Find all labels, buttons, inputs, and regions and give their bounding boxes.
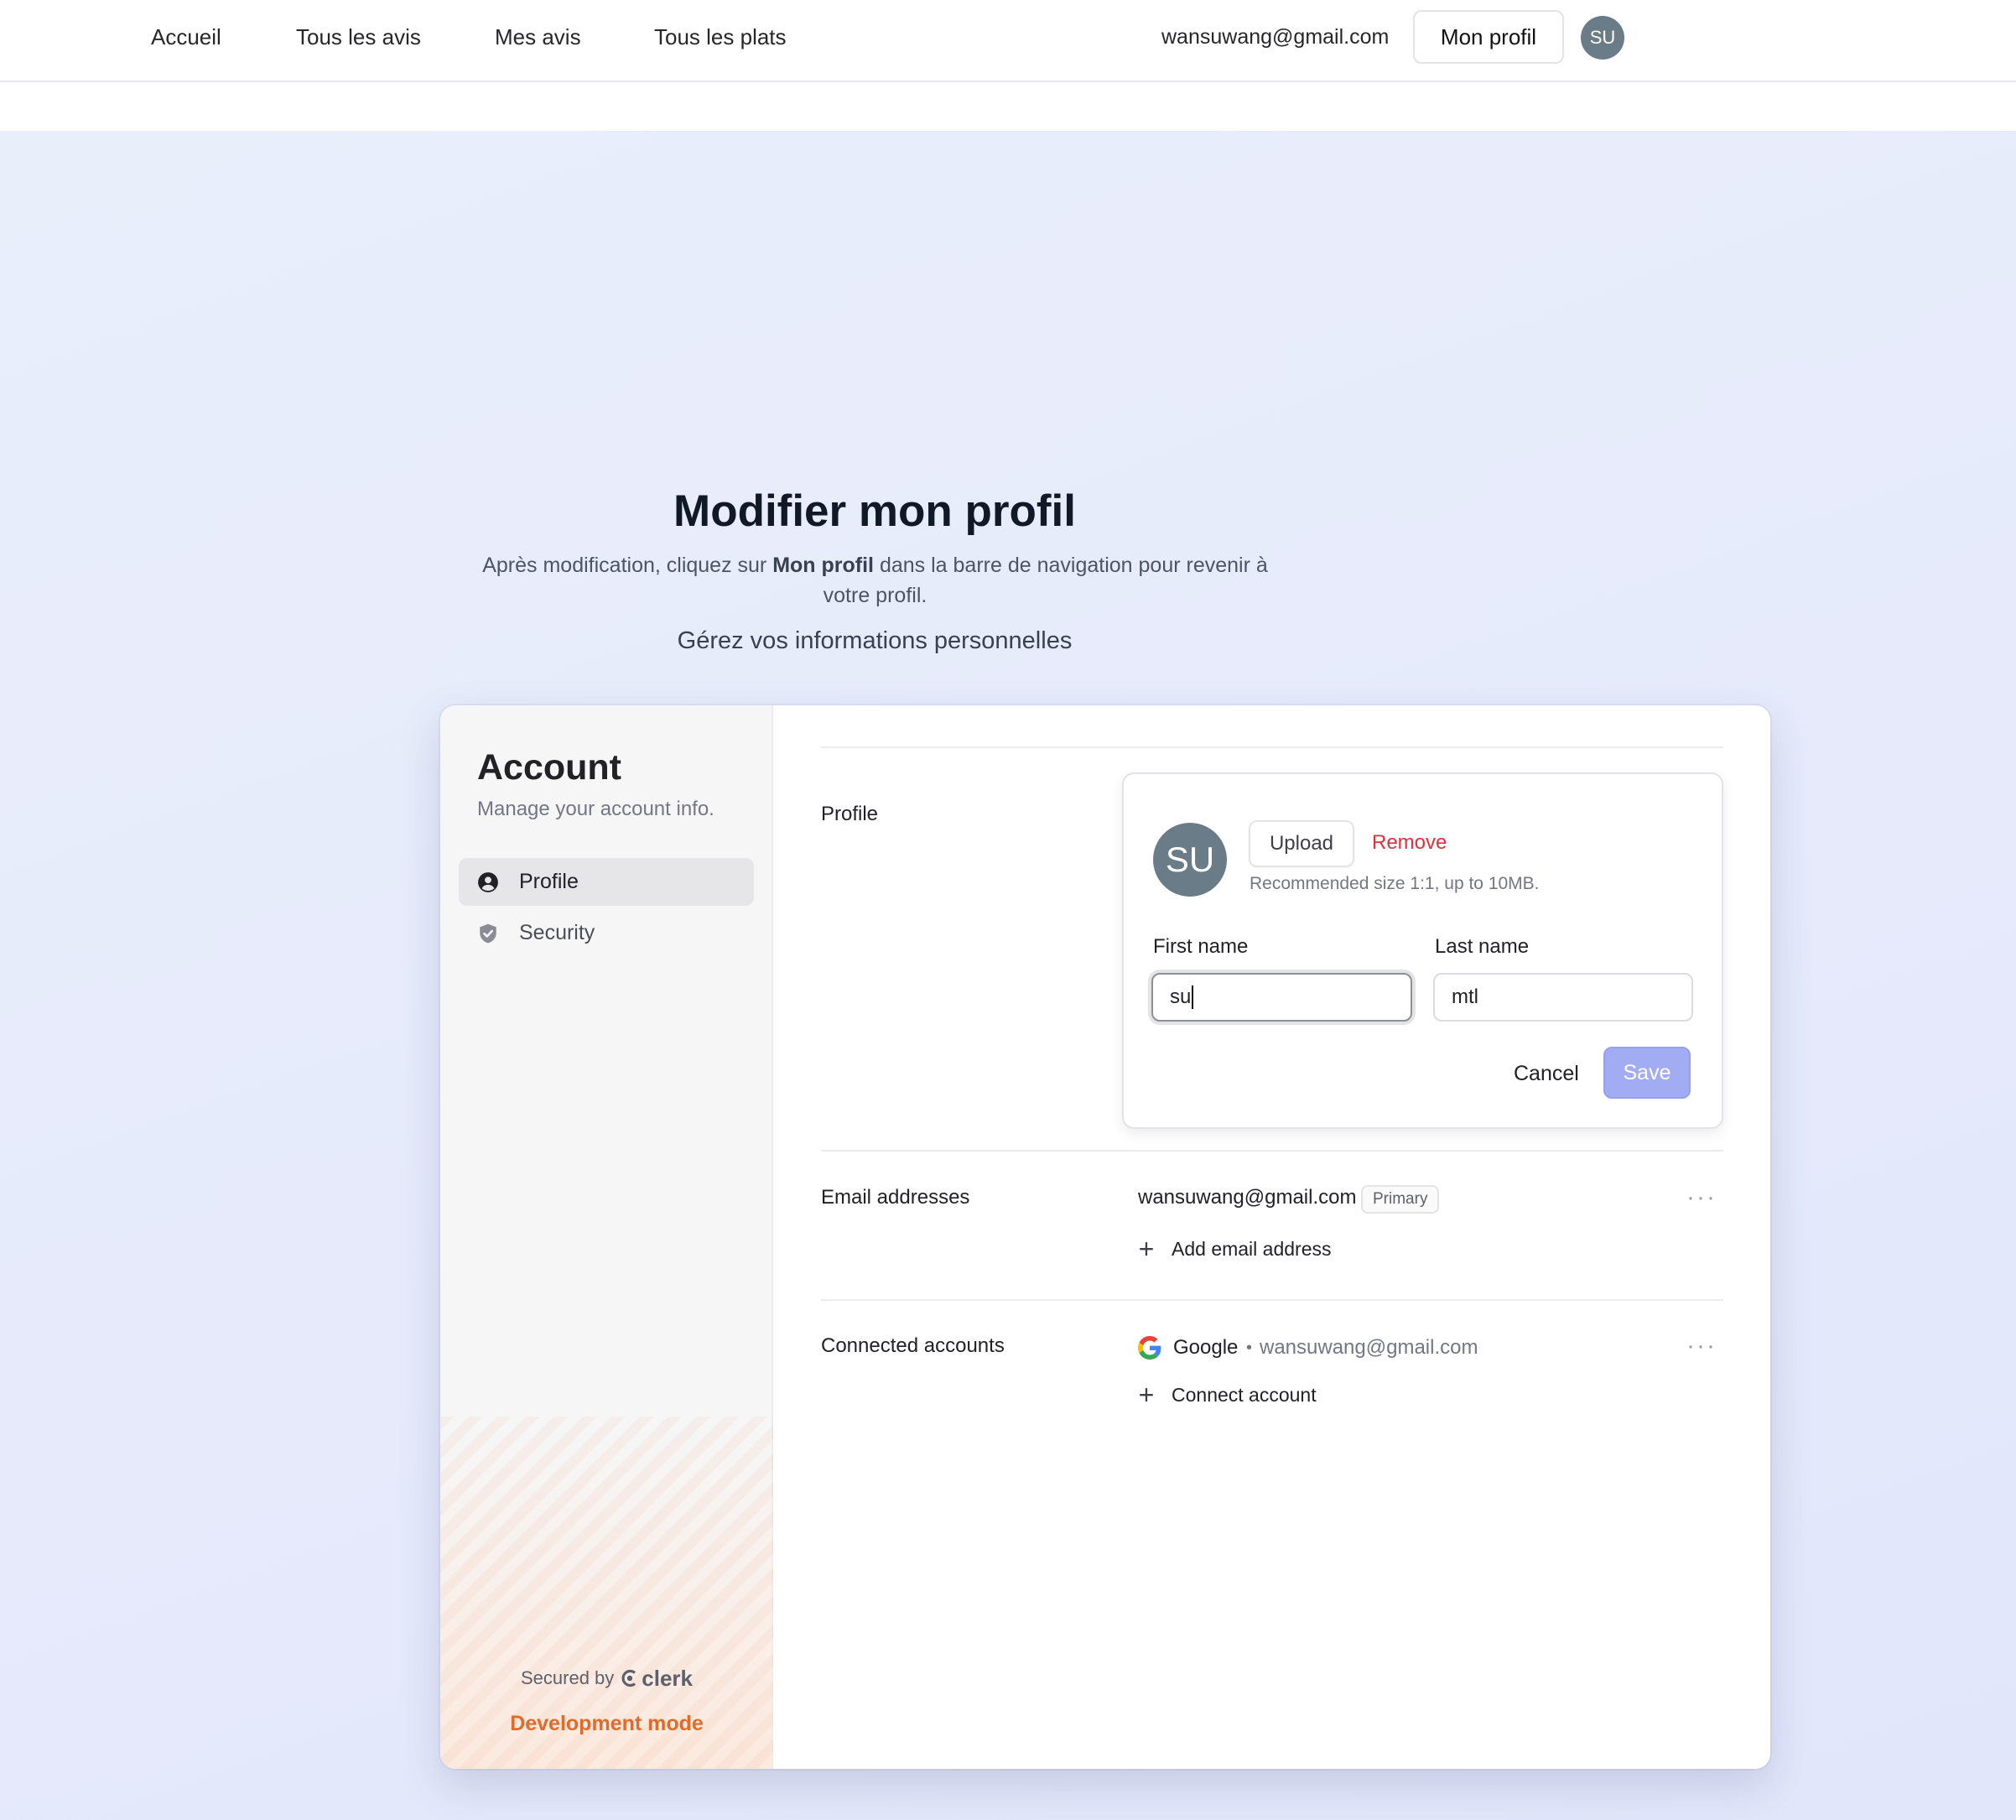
first-name-input[interactable]: su <box>1151 973 1412 1022</box>
secured-by-text: Secured by <box>520 1667 615 1688</box>
email-more-options-icon[interactable]: ··· <box>1686 1185 1717 1210</box>
sidebar-subtitle: Manage your account info. <box>477 798 714 820</box>
sidebar-item-label: Security <box>519 921 595 944</box>
development-mode-label: Development mode <box>510 1712 704 1735</box>
sidebar-title: Account <box>477 747 621 788</box>
nav-link-accueil[interactable]: Accueil <box>151 23 221 51</box>
email-divider <box>821 1299 1723 1301</box>
connect-account-label: Connect account <box>1172 1384 1317 1406</box>
remove-button[interactable]: Remove <box>1372 829 1447 856</box>
last-name-value: mtl <box>1452 985 1478 1008</box>
avatar-size-hint: Recommended size 1:1, up to 10MB. <box>1250 874 1540 893</box>
subtitle-text-start: Après modification, cliquez sur <box>482 554 773 577</box>
user-avatar[interactable]: SU <box>1581 16 1624 60</box>
google-provider-name: Google <box>1173 1336 1239 1359</box>
profile-avatar: SU <box>1153 823 1227 897</box>
primary-email: wansuwang@gmail.com <box>1138 1186 1357 1209</box>
secured-by-clerk: Secured by clerk <box>440 1665 773 1692</box>
last-name-label: Last name <box>1435 935 1530 958</box>
top-divider <box>821 746 1723 748</box>
user-circle-icon <box>478 872 498 892</box>
sidebar-item-profile[interactable]: Profile <box>459 858 754 906</box>
top-navbar: Accueil Tous les avis Mes avis Tous les … <box>0 0 2016 82</box>
primary-badge: Primary <box>1361 1185 1440 1214</box>
separator-dot: • <box>1246 1339 1253 1357</box>
clerk-logo: clerk <box>621 1665 693 1692</box>
page-title: Modifier mon profil <box>673 486 1076 536</box>
account-card: Account Manage your account info. Profil… <box>440 705 1770 1769</box>
google-logo-icon <box>1138 1336 1161 1360</box>
account-sidebar: Account Manage your account info. Profil… <box>440 705 773 1769</box>
page-subtitle: Après modification, cliquez sur Mon prof… <box>457 550 1293 611</box>
first-name-label: First name <box>1153 935 1249 958</box>
upload-button[interactable]: Upload <box>1249 820 1354 867</box>
nav-link-mes-avis[interactable]: Mes avis <box>495 23 581 51</box>
subtitle-bold-link-name: Mon profil <box>772 554 875 577</box>
profile-edit-panel: SU Upload Remove Recommended size 1:1, u… <box>1122 772 1723 1129</box>
last-name-input[interactable]: mtl <box>1433 973 1693 1022</box>
connected-more-options-icon[interactable]: ··· <box>1686 1334 1717 1359</box>
plus-icon: + <box>1138 1380 1155 1410</box>
subtitle-text-end: dans la barre de navigation pour revenir… <box>823 554 1268 607</box>
nav-user-email: wansuwang@gmail.com <box>1161 25 1390 49</box>
add-email-button[interactable]: + Add email address <box>1138 1235 1332 1262</box>
first-name-value: su <box>1170 985 1192 1008</box>
page-tagline: Gérez vos informations personnelles <box>677 627 1073 654</box>
sidebar-item-label: Profile <box>519 870 579 893</box>
plus-icon: + <box>1138 1234 1155 1264</box>
email-section-label: Email addresses <box>821 1186 970 1209</box>
mon-profil-button[interactable]: Mon profil <box>1413 10 1564 64</box>
google-account-email: wansuwang@gmail.com <box>1260 1336 1478 1359</box>
profile-divider <box>821 1150 1723 1152</box>
text-caret <box>1192 985 1194 1009</box>
clerk-mark-icon <box>621 1669 636 1687</box>
connect-account-button[interactable]: + Connect account <box>1138 1381 1317 1408</box>
nav-link-tous-les-plats[interactable]: Tous les plats <box>654 23 787 51</box>
profile-section-label: Profile <box>821 803 879 825</box>
clerk-wordmark: clerk <box>642 1666 694 1691</box>
cancel-button[interactable]: Cancel <box>1514 1060 1579 1087</box>
sidebar-item-security[interactable]: Security <box>459 909 754 957</box>
add-email-label: Add email address <box>1172 1238 1332 1260</box>
shield-check-icon <box>480 923 496 944</box>
nav-link-tous-les-avis[interactable]: Tous les avis <box>296 23 421 51</box>
connected-section-label: Connected accounts <box>821 1334 1005 1357</box>
save-button[interactable]: Save <box>1603 1047 1691 1099</box>
